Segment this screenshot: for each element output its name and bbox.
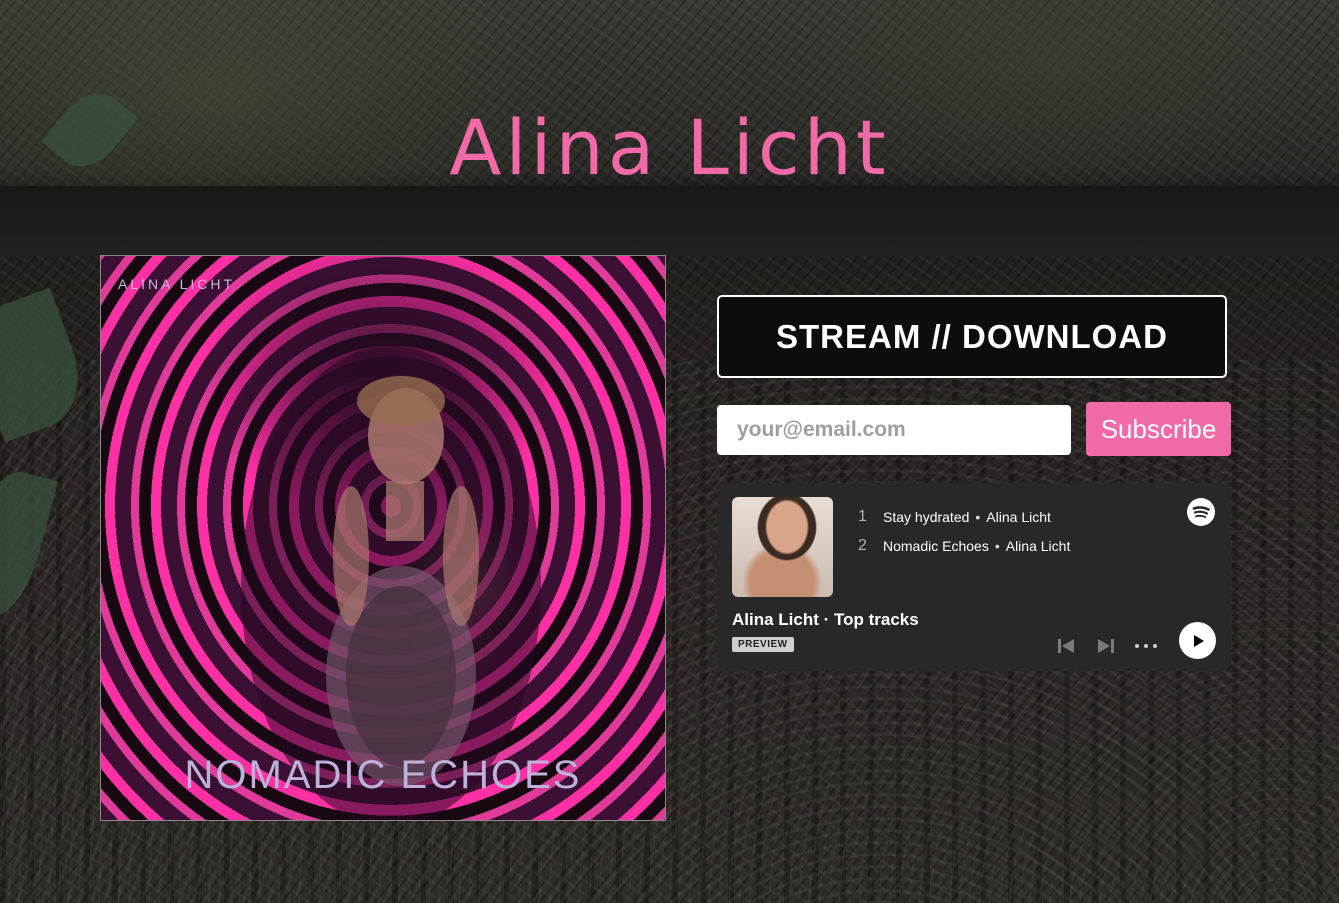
artist-thumbnail[interactable] [732,497,833,597]
play-button[interactable] [1179,622,1216,659]
album-art-figure [241,346,541,820]
preview-badge: PREVIEW [732,637,794,652]
spotify-icon[interactable] [1187,498,1215,526]
separator-dot: • [975,508,981,525]
track-artist: Alina Licht [986,508,1051,525]
separator-dot: • [994,537,1000,554]
email-input[interactable] [717,405,1071,455]
player-title: Alina Licht · Top tracks [732,610,919,629]
track-list: 1 Stay hydrated • Alina Licht 2 Nomadic … [858,502,1070,560]
page-title: Alina Licht [449,103,890,192]
track-row[interactable]: 2 Nomadic Echoes • Alina Licht [858,531,1070,560]
background-beam [0,186,1339,256]
spotify-player: 1 Stay hydrated • Alina Licht 2 Nomadic … [717,483,1231,671]
track-name: Nomadic Echoes [883,537,989,554]
more-options-icon[interactable] [1134,639,1158,658]
album-cover[interactable]: ALINA LICHT NOMADIC ECHOES [100,255,666,821]
album-title-label: NOMADIC ECHOES [184,753,582,797]
track-row[interactable]: 1 Stay hydrated • Alina Licht [858,502,1070,531]
stream-download-button[interactable]: STREAM // DOWNLOAD [717,295,1227,378]
track-number: 1 [858,507,867,525]
subscribe-button[interactable]: Subscribe [1086,402,1231,456]
play-icon [1193,634,1204,647]
previous-track-icon[interactable] [1057,637,1075,660]
next-track-icon[interactable] [1097,637,1115,660]
album-artist-label: ALINA LICHT [118,276,236,292]
track-name: Stay hydrated [883,508,970,525]
track-number: 2 [858,536,867,554]
track-artist: Alina Licht [1005,537,1071,554]
